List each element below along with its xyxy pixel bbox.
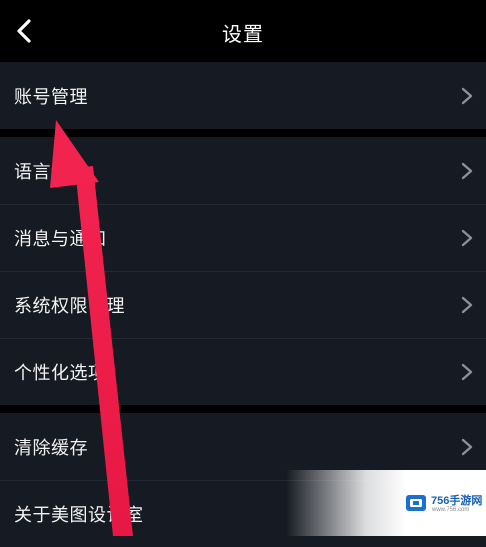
settings-item-label: 系统权限管理 (14, 295, 125, 317)
chevron-right-icon (461, 363, 473, 380)
chevron-right-icon (461, 296, 473, 313)
watermark-url: www.756.com (432, 507, 470, 513)
chevron-right-icon (461, 87, 473, 104)
settings-group-general: 语言设置 消息与通知 系统权限管理 个性化选项 (0, 137, 486, 405)
watermark: 756手游网 www.756.com (286, 470, 486, 536)
page-title: 设置 (222, 22, 264, 46)
756-logo-icon (406, 495, 426, 511)
settings-item-label: 消息与通知 (14, 228, 107, 250)
settings-item-notifications[interactable]: 消息与通知 (0, 204, 486, 271)
settings-item-label: 个性化选项 (14, 362, 107, 384)
settings-item-language[interactable]: 语言设置 (0, 137, 486, 204)
settings-group-account: 账号管理 (0, 62, 486, 129)
chevron-right-icon (461, 162, 473, 179)
header-bar: 设置 (0, 0, 486, 62)
settings-item-system-permissions[interactable]: 系统权限管理 (0, 271, 486, 338)
settings-item-label: 清除缓存 (14, 437, 88, 459)
settings-item-account-management[interactable]: 账号管理 (0, 62, 486, 129)
watermark-brand: 756手游网 (431, 495, 483, 507)
settings-item-label: 语言设置 (14, 161, 88, 183)
settings-item-label: 账号管理 (14, 86, 88, 108)
chevron-right-icon (461, 229, 473, 246)
settings-item-personalization[interactable]: 个性化选项 (0, 338, 486, 405)
chevron-right-icon (461, 438, 473, 455)
settings-item-label: 关于美图设计室 (14, 504, 144, 526)
